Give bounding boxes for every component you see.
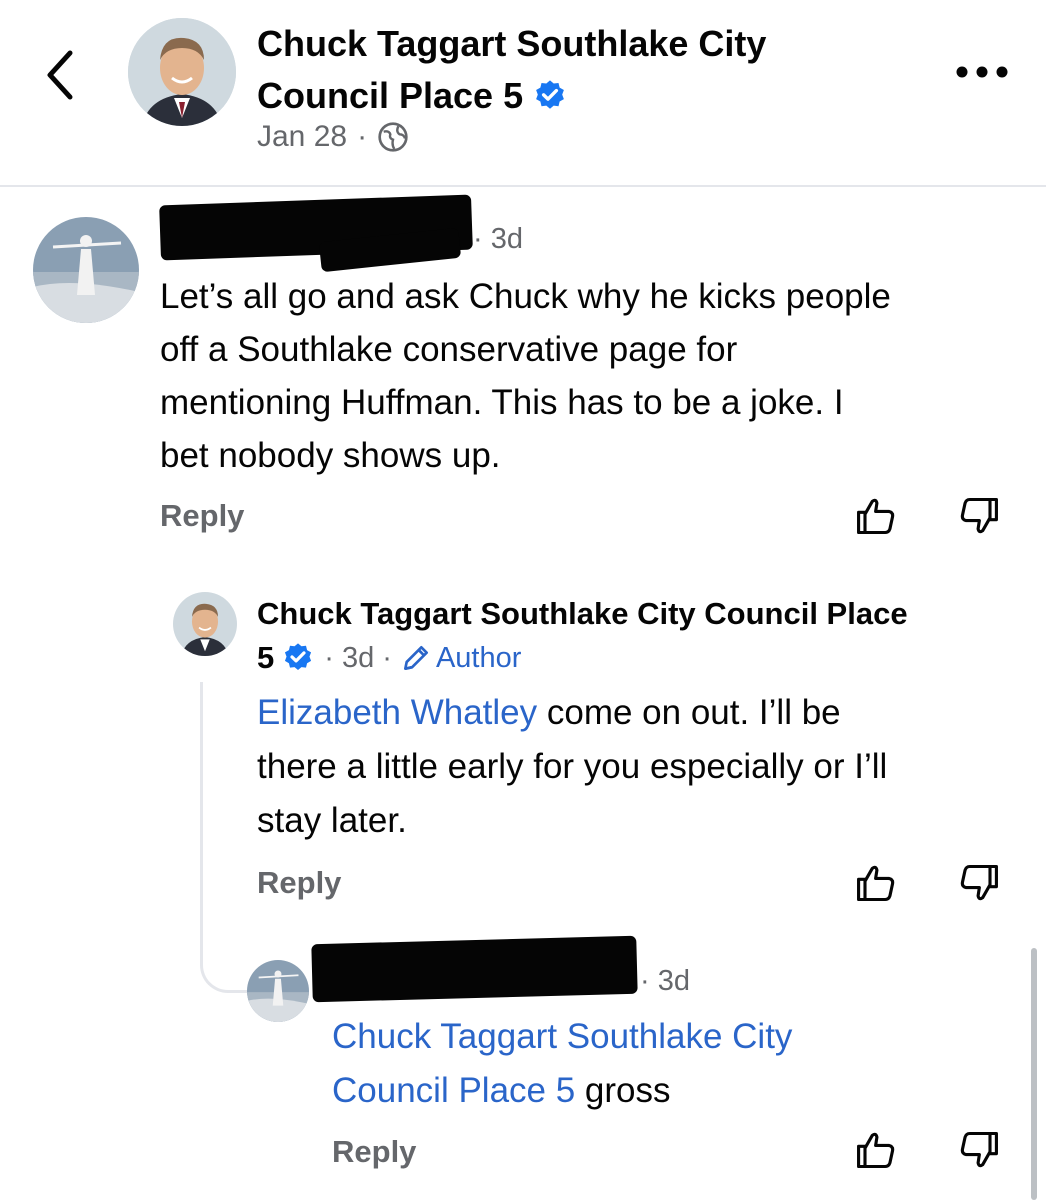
- thumbs-down-icon[interactable]: [957, 1128, 1001, 1172]
- commenter-avatar[interactable]: [33, 217, 139, 323]
- nested-reply-body: Chuck Taggart Southlake City Council Pla…: [332, 1010, 792, 1118]
- meta-separator: ·: [357, 120, 368, 153]
- mention-link[interactable]: Chuck Taggart Southlake City: [332, 1010, 792, 1064]
- globe-icon: [378, 122, 408, 152]
- thumbs-up-icon[interactable]: [854, 494, 898, 538]
- verified-badge-icon: [285, 643, 312, 670]
- chevron-left-icon[interactable]: [40, 45, 80, 105]
- verified-badge-icon: [536, 80, 564, 109]
- reply-meta: 5 · 3d · Author: [257, 640, 522, 675]
- scrollbar[interactable]: [1031, 948, 1037, 1200]
- redacted-author-name: [311, 935, 638, 1003]
- reply-button[interactable]: Reply: [332, 1134, 416, 1170]
- header-divider: [0, 185, 1046, 187]
- page-avatar[interactable]: [128, 18, 236, 126]
- pencil-icon: [403, 646, 428, 670]
- comment-time: · 3d: [473, 223, 523, 255]
- reply-time: · 3d: [640, 965, 690, 997]
- page-avatar-small[interactable]: [173, 592, 237, 656]
- comment-body: Let’s all go and ask Chuck why he kicks …: [160, 277, 891, 475]
- thumbs-up-icon[interactable]: [854, 1128, 898, 1172]
- thread-line: [200, 682, 251, 993]
- page-title[interactable]: Chuck Taggart Southlake City Council Pla…: [257, 18, 766, 122]
- thumbs-down-icon[interactable]: [957, 861, 1001, 905]
- reply-button[interactable]: Reply: [160, 498, 244, 534]
- post-meta: Jan 28 ·: [257, 120, 409, 154]
- author-badge: Author: [435, 641, 522, 674]
- mention-link-cont[interactable]: Council Place 5: [332, 1071, 575, 1110]
- thumbs-up-icon[interactable]: [854, 861, 898, 905]
- reply-author[interactable]: Chuck Taggart Southlake City Council Pla…: [257, 591, 908, 637]
- more-icon[interactable]: [952, 60, 1012, 84]
- thumbs-down-icon[interactable]: [957, 494, 1001, 538]
- post-date[interactable]: Jan 28: [257, 120, 347, 154]
- commenter-avatar-small[interactable]: [247, 960, 309, 1022]
- mention-link[interactable]: Elizabeth Whatley: [257, 693, 537, 732]
- reply-button[interactable]: Reply: [257, 865, 341, 901]
- reply-body: Elizabeth Whatley come on out. I’ll be t…: [257, 693, 888, 840]
- reply-time: · 3d ·: [324, 641, 392, 674]
